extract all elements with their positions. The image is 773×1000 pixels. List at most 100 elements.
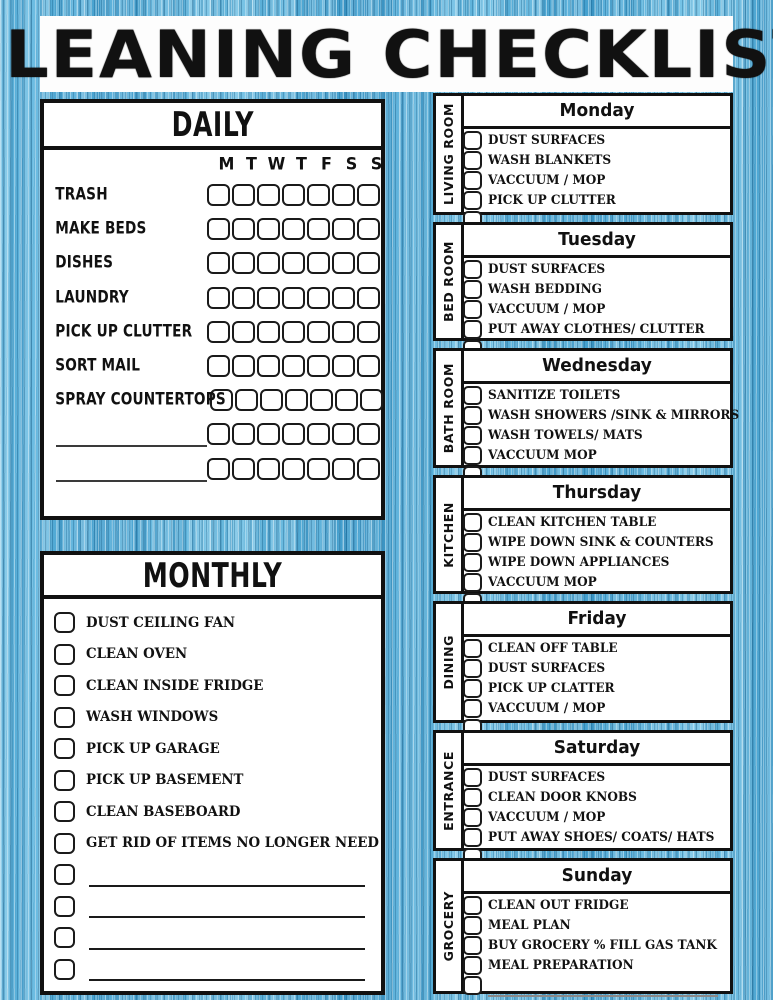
day-task-checkbox[interactable]	[463, 638, 482, 658]
daily-checkbox[interactable]	[257, 355, 280, 377]
monthly-checkbox[interactable]	[54, 895, 75, 917]
day-task-checkbox[interactable]	[463, 787, 482, 807]
daily-checkbox[interactable]	[207, 320, 230, 343]
daily-checkbox[interactable]	[282, 320, 305, 343]
daily-checkbox[interactable]	[310, 389, 333, 412]
daily-write-in-line[interactable]	[56, 444, 207, 448]
daily-checkbox[interactable]	[357, 457, 380, 480]
day-task-checkbox[interactable]	[463, 259, 482, 279]
day-task-checkbox[interactable]	[463, 512, 482, 532]
day-task-checkbox[interactable]	[463, 975, 482, 995]
monthly-checkbox[interactable]	[54, 958, 75, 980]
daily-checkbox[interactable]	[282, 184, 305, 206]
daily-checkbox[interactable]	[207, 252, 230, 275]
daily-checkbox[interactable]	[357, 355, 380, 377]
monthly-checkbox[interactable]	[54, 612, 75, 634]
monthly-checkbox[interactable]	[54, 927, 75, 949]
daily-checkbox[interactable]	[232, 252, 255, 275]
daily-checkbox[interactable]	[232, 423, 255, 446]
daily-checkbox[interactable]	[207, 218, 230, 241]
day-task-checkbox[interactable]	[463, 385, 482, 405]
daily-checkbox[interactable]	[257, 252, 280, 275]
daily-checkbox[interactable]	[307, 457, 330, 480]
daily-checkbox[interactable]	[232, 184, 255, 206]
daily-write-in-line[interactable]	[56, 479, 207, 482]
day-task-checkbox[interactable]	[463, 895, 482, 915]
daily-checkbox[interactable]	[235, 389, 258, 412]
monthly-write-in-line[interactable]	[89, 978, 365, 981]
daily-checkbox[interactable]	[232, 355, 255, 377]
daily-checkbox[interactable]	[282, 286, 305, 309]
daily-checkbox[interactable]	[360, 389, 383, 412]
day-task-checkbox[interactable]	[463, 150, 482, 170]
monthly-write-in-line[interactable]	[89, 884, 365, 887]
daily-checkbox[interactable]	[332, 184, 355, 206]
day-task-checkbox[interactable]	[463, 955, 482, 975]
day-task-checkbox[interactable]	[463, 279, 482, 299]
day-task-checkbox[interactable]	[463, 319, 482, 339]
daily-checkbox[interactable]	[207, 355, 230, 377]
day-task-checkbox[interactable]	[463, 935, 482, 955]
daily-checkbox[interactable]	[332, 457, 355, 480]
day-task-checkbox[interactable]	[463, 170, 482, 190]
day-task-checkbox[interactable]	[463, 405, 482, 425]
daily-checkbox[interactable]	[232, 218, 255, 241]
daily-checkbox[interactable]	[207, 423, 230, 446]
daily-checkbox[interactable]	[307, 184, 330, 206]
day-task-checkbox[interactable]	[463, 425, 482, 445]
monthly-checkbox[interactable]	[54, 643, 75, 665]
daily-checkbox[interactable]	[232, 286, 255, 309]
daily-checkbox[interactable]	[257, 218, 280, 241]
daily-checkbox[interactable]	[357, 423, 380, 446]
daily-checkbox[interactable]	[307, 218, 330, 241]
day-task-checkbox[interactable]	[463, 299, 482, 319]
daily-checkbox[interactable]	[307, 423, 330, 446]
daily-checkbox[interactable]	[332, 218, 355, 241]
daily-checkbox[interactable]	[285, 389, 308, 412]
daily-checkbox[interactable]	[260, 389, 283, 412]
monthly-write-in-line[interactable]	[89, 915, 365, 918]
day-task-checkbox[interactable]	[463, 552, 482, 572]
daily-checkbox[interactable]	[232, 457, 255, 480]
daily-checkbox[interactable]	[335, 389, 358, 412]
daily-checkbox[interactable]	[207, 286, 230, 309]
day-task-checkbox[interactable]	[463, 572, 482, 592]
monthly-checkbox[interactable]	[54, 832, 75, 854]
monthly-checkbox[interactable]	[54, 675, 75, 697]
day-task-checkbox[interactable]	[463, 190, 482, 210]
monthly-checkbox[interactable]	[54, 738, 75, 760]
day-task-checkbox[interactable]	[463, 445, 482, 465]
monthly-checkbox[interactable]	[54, 769, 75, 791]
daily-checkbox[interactable]	[307, 252, 330, 275]
daily-checkbox[interactable]	[207, 457, 230, 480]
daily-checkbox[interactable]	[282, 423, 305, 446]
daily-checkbox[interactable]	[282, 218, 305, 241]
day-task-checkbox[interactable]	[463, 678, 482, 698]
daily-checkbox[interactable]	[357, 286, 380, 309]
daily-checkbox[interactable]	[307, 355, 330, 377]
daily-checkbox[interactable]	[257, 423, 280, 446]
daily-checkbox[interactable]	[307, 286, 330, 309]
daily-checkbox[interactable]	[357, 320, 380, 343]
monthly-checkbox[interactable]	[54, 801, 75, 823]
day-task-checkbox[interactable]	[463, 698, 482, 718]
daily-checkbox[interactable]	[282, 457, 305, 480]
day-task-checkbox[interactable]	[463, 130, 482, 150]
daily-checkbox[interactable]	[257, 286, 280, 309]
daily-checkbox[interactable]	[332, 286, 355, 309]
day-task-checkbox[interactable]	[463, 532, 482, 552]
daily-checkbox[interactable]	[357, 184, 380, 206]
day-task-checkbox[interactable]	[463, 767, 482, 787]
daily-checkbox[interactable]	[232, 320, 255, 343]
daily-checkbox[interactable]	[207, 184, 230, 206]
monthly-write-in-line[interactable]	[89, 947, 365, 950]
daily-checkbox[interactable]	[257, 320, 280, 343]
day-task-checkbox[interactable]	[463, 827, 482, 847]
daily-checkbox[interactable]	[282, 355, 305, 377]
daily-checkbox[interactable]	[357, 252, 380, 275]
daily-checkbox[interactable]	[282, 252, 305, 275]
daily-checkbox[interactable]	[307, 320, 330, 343]
daily-checkbox[interactable]	[357, 218, 380, 241]
daily-checkbox[interactable]	[332, 252, 355, 275]
day-task-checkbox[interactable]	[463, 915, 482, 935]
